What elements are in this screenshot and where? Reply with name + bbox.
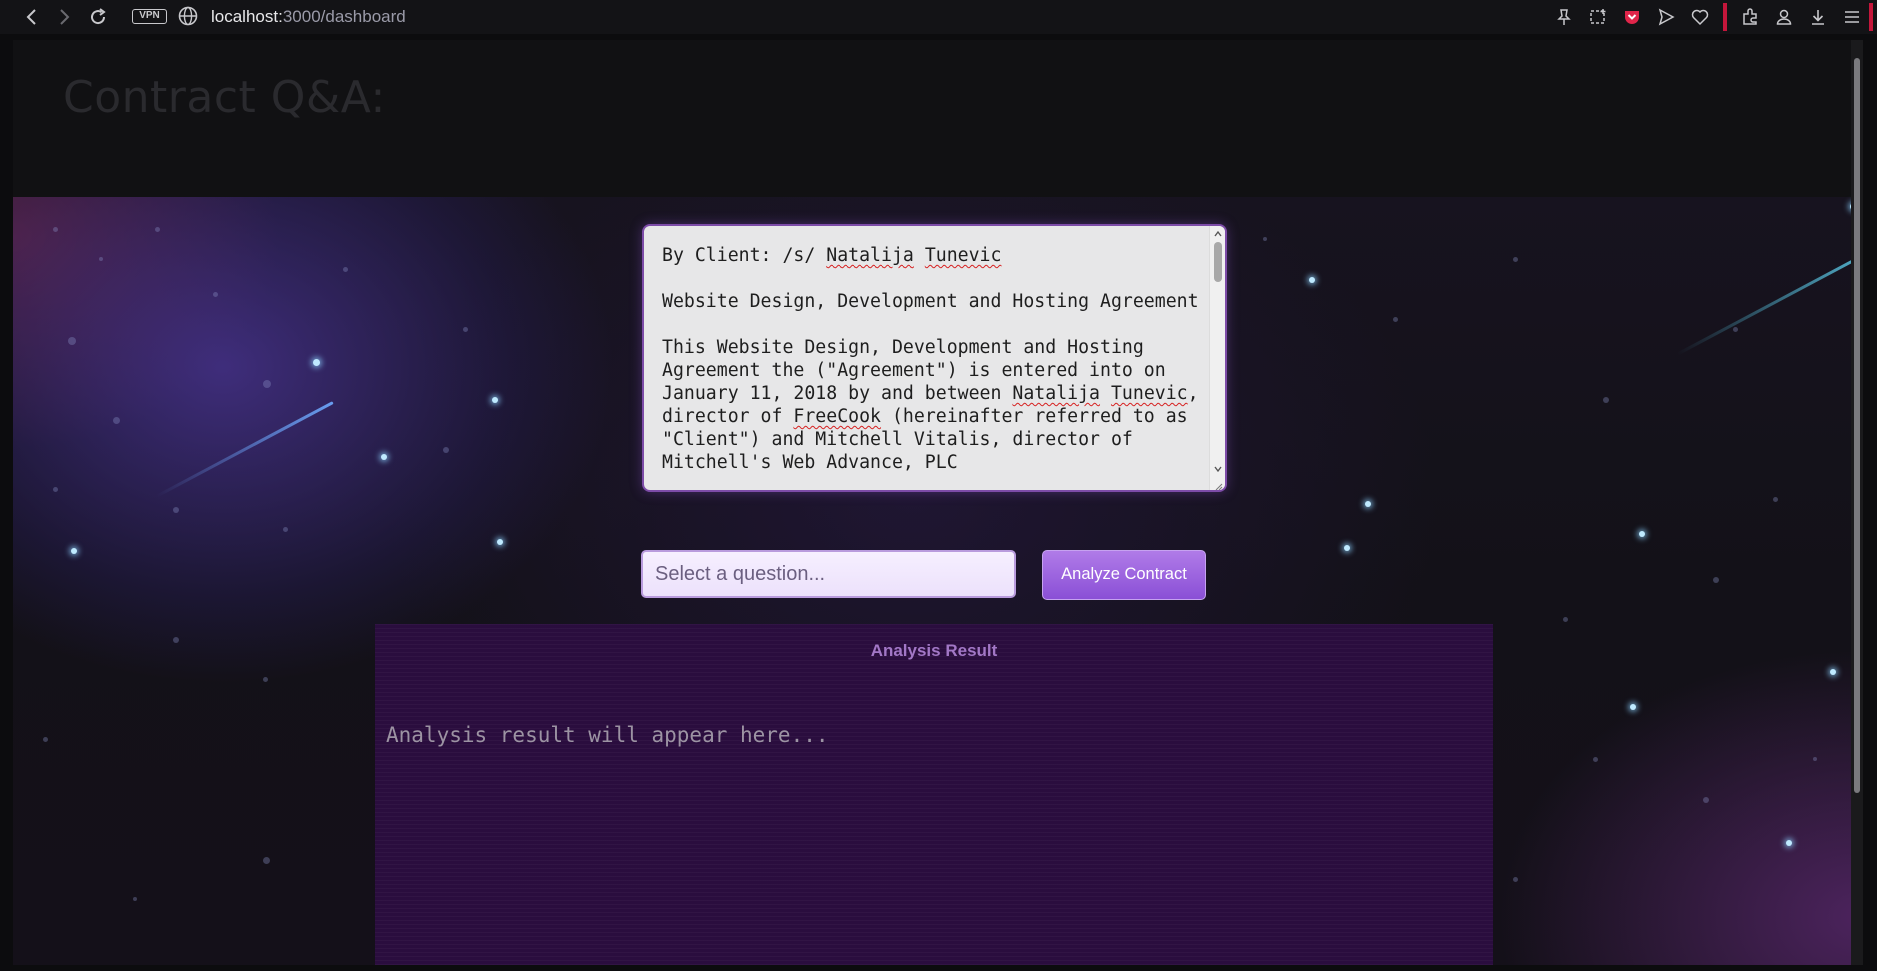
contract-company-name: FreeCook — [793, 406, 882, 427]
toolbar-icons — [1547, 0, 1877, 34]
dust — [1813, 757, 1817, 761]
page-scrollbar[interactable] — [1851, 40, 1863, 965]
dust — [155, 227, 160, 232]
forward-icon[interactable] — [52, 5, 76, 29]
dust — [1513, 257, 1518, 262]
profile-icon[interactable] — [1767, 0, 1801, 34]
star — [1344, 545, 1350, 551]
dust — [1773, 497, 1778, 502]
contract-scrollbar[interactable] — [1209, 226, 1225, 490]
star — [71, 548, 77, 554]
analysis-result-title: Analysis Result — [870, 641, 998, 660]
dust — [1263, 237, 1267, 241]
url-host: localhost: — [211, 7, 283, 26]
question-input[interactable] — [641, 550, 1016, 598]
star — [1309, 277, 1315, 283]
contract-scroll-thumb[interactable] — [1214, 242, 1222, 282]
star — [1630, 704, 1636, 710]
pocket-icon[interactable] — [1615, 0, 1649, 34]
dust — [283, 527, 288, 532]
dust — [53, 227, 58, 232]
dust — [343, 267, 348, 272]
page-scroll-thumb[interactable] — [1854, 58, 1860, 793]
send-icon[interactable] — [1649, 0, 1683, 34]
scroll-up-icon[interactable] — [1213, 229, 1223, 239]
dust — [263, 857, 270, 864]
contract-paragraph-start: This Website Design, Development and Hos… — [662, 337, 1177, 404]
screenshot-icon[interactable] — [1581, 0, 1615, 34]
dust — [1513, 877, 1518, 882]
page-viewport: Contract Q&A: By Client: /s/ Natalija Tu… — [13, 40, 1863, 965]
dust — [173, 637, 179, 643]
dust — [1393, 317, 1398, 322]
analysis-result-panel: Analysis Result Analysis result will app… — [375, 624, 1493, 965]
dust — [263, 677, 268, 682]
dust — [263, 380, 271, 388]
contract-party-first-name: Natalija — [1012, 383, 1101, 404]
dust — [1713, 577, 1719, 583]
meteor-head-left — [313, 359, 320, 366]
dust — [43, 737, 48, 742]
star — [1639, 531, 1645, 537]
dust — [133, 897, 137, 901]
analysis-result-text: Analysis result will appear here... — [386, 723, 829, 747]
meteor-right — [1676, 254, 1863, 356]
contract-signature-first-name: Natalija — [826, 245, 914, 266]
browser-toolbar: VPN localhost:3000/dashboard — [0, 0, 1877, 34]
back-icon[interactable] — [20, 5, 44, 29]
dust — [1733, 327, 1738, 332]
dust — [68, 337, 76, 345]
meteor-left — [155, 401, 334, 498]
menu-icon[interactable] — [1835, 0, 1869, 34]
url-path: 3000/dashboard — [282, 7, 406, 26]
heart-icon[interactable] — [1683, 0, 1717, 34]
star — [381, 454, 387, 460]
star — [492, 397, 498, 403]
toolbar-edge-accent — [1869, 3, 1873, 31]
contract-heading: Website Design, Development and Hosting … — [662, 291, 1199, 312]
contract-text: By Client: /s/ Natalija Tunevic Website … — [662, 244, 1207, 474]
star — [1365, 501, 1371, 507]
scroll-down-icon[interactable] — [1213, 464, 1223, 474]
contract-signature-last-name: Tunevic — [924, 245, 1002, 266]
download-icon[interactable] — [1801, 0, 1835, 34]
dust — [1703, 797, 1709, 803]
globe-icon[interactable] — [177, 5, 199, 27]
reload-icon[interactable] — [86, 5, 110, 29]
dust — [1603, 397, 1609, 403]
address-bar[interactable]: localhost:3000/dashboard — [211, 7, 406, 27]
dust — [99, 257, 103, 261]
analyze-contract-button[interactable]: Analyze Contract — [1042, 550, 1206, 600]
dust — [1593, 757, 1598, 762]
extensions-icon[interactable] — [1733, 0, 1767, 34]
contract-textarea[interactable]: By Client: /s/ Natalija Tunevic Website … — [642, 224, 1227, 492]
resize-grip-icon[interactable] — [1213, 478, 1223, 490]
vpn-badge[interactable]: VPN — [132, 9, 167, 24]
dust — [463, 327, 468, 332]
contract-signature-prefix: By Client: /s/ — [662, 245, 827, 266]
dust — [53, 487, 58, 492]
dust — [1563, 617, 1568, 622]
pin-icon[interactable] — [1547, 0, 1581, 34]
star — [497, 539, 503, 545]
page-title: Contract Q&A: — [63, 72, 386, 123]
toolbar-separator — [1723, 3, 1727, 31]
dust — [443, 447, 449, 453]
dust — [173, 507, 179, 513]
dust — [213, 292, 218, 297]
contract-party-last-name: Tunevic — [1110, 383, 1188, 404]
star — [1830, 669, 1836, 675]
dust — [113, 417, 120, 424]
star — [1786, 840, 1792, 846]
